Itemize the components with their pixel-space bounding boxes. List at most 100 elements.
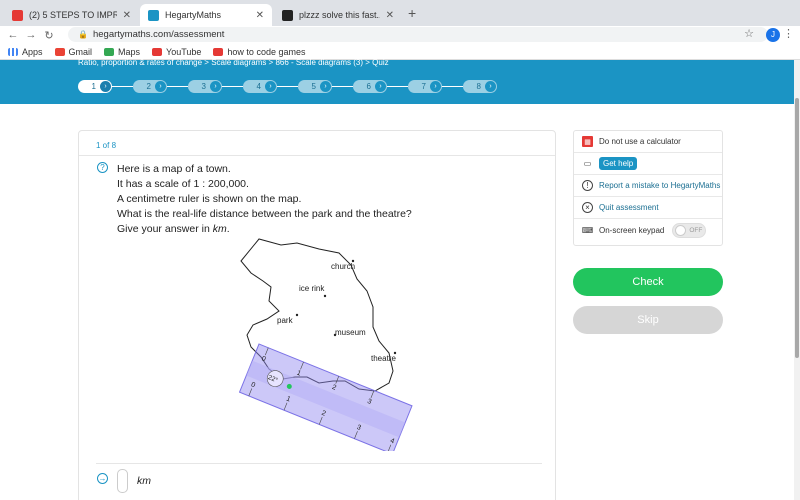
step-number: 8 <box>476 82 481 91</box>
reload-icon[interactable]: ↻ <box>40 29 58 42</box>
divider <box>96 463 542 464</box>
step-number: 5 <box>311 82 316 91</box>
step-8[interactable]: 8 › <box>463 80 497 93</box>
chevron-right-icon: › <box>375 81 386 92</box>
tab-title: HegartyMaths <box>165 10 222 20</box>
tab-title: plzzz solve this fast.... - Brainly <box>299 10 380 20</box>
new-tab-icon[interactable]: + <box>408 5 416 21</box>
chevron-right-icon: › <box>265 81 276 92</box>
label-museum: museum <box>335 328 366 337</box>
question-mark-icon: ? <box>97 162 108 173</box>
close-tab-icon[interactable]: ✕ <box>386 10 394 21</box>
bookmark-how-to-code-games[interactable]: how to code games <box>213 47 305 57</box>
bookmark-label: Gmail <box>68 46 93 57</box>
answer-input[interactable] <box>117 469 128 493</box>
keypad-toggle[interactable]: OFF <box>672 222 707 238</box>
get-help-row: ▭ Get help <box>574 153 722 175</box>
browser-tab-bar: (2) 5 STEPS TO IMPROVE YOU ✕ HegartyMath… <box>0 0 800 26</box>
question-line: A centimetre ruler is shown on the map. <box>117 193 302 205</box>
page-scrollbar-thumb[interactable] <box>795 98 799 358</box>
bookmark-label: how to code games <box>227 46 306 57</box>
exclamation-icon: ! <box>582 180 593 191</box>
gmail-icon <box>54 47 65 56</box>
youtube-favicon-icon <box>12 9 23 21</box>
chevron-right-icon: › <box>320 81 331 92</box>
question-counter: 1 of 8 <box>96 141 117 150</box>
keyboard-icon: ⌨ <box>581 225 594 235</box>
step-3[interactable]: 3 › <box>188 80 222 93</box>
step-number: 3 <box>201 82 206 91</box>
step-6[interactable]: 6 › <box>353 80 387 93</box>
step-number: 6 <box>366 82 371 91</box>
step-2[interactable]: 2 › <box>133 80 167 93</box>
step-number: 7 <box>421 82 426 91</box>
url-text: hegartymaths.com/assessment <box>92 29 225 40</box>
page-content: Ratio, proportion & rates of change > Sc… <box>0 58 800 500</box>
answer-arrow-icon: → <box>97 473 108 484</box>
profile-avatar[interactable]: J <box>766 28 780 42</box>
breadcrumb[interactable]: Ratio, proportion & rates of change > Sc… <box>78 58 389 67</box>
town-map: 0 1 2 3 0 1 2 3 4 22° church ice rink pa… <box>239 238 413 451</box>
maps-icon <box>104 47 115 56</box>
question-text: Here is a map of a town. It has a scale … <box>117 162 412 237</box>
bookmark-label: YouTube <box>166 46 202 57</box>
step-7[interactable]: 7 › <box>408 80 442 93</box>
keypad-label: On-screen keypad <box>599 225 665 235</box>
step-connector <box>112 86 133 87</box>
step-connector <box>277 86 298 87</box>
question-line-unit: km <box>212 223 227 235</box>
back-arrow-icon[interactable]: ← <box>4 29 22 41</box>
close-tab-icon[interactable]: ✕ <box>123 10 131 21</box>
step-5[interactable]: 5 › <box>298 80 332 93</box>
youtube-icon <box>213 47 224 56</box>
question-line: Here is a map of a town. <box>117 163 231 175</box>
browser-tab-hegartymaths[interactable]: HegartyMaths ✕ <box>140 4 272 26</box>
browser-tab-youtube[interactable]: (2) 5 STEPS TO IMPROVE YOU ✕ <box>4 4 139 26</box>
label-park: park <box>277 316 294 325</box>
quit-assessment-link[interactable]: Quit assessment <box>599 203 659 212</box>
chevron-right-icon: › <box>100 81 111 92</box>
step-4[interactable]: 4 › <box>243 80 277 93</box>
divider <box>79 155 555 156</box>
browser-tab-brainly[interactable]: plzzz solve this fast.... - Brainly ✕ <box>274 4 402 26</box>
step-1[interactable]: 1 › <box>78 80 112 93</box>
close-tab-icon[interactable]: ✕ <box>256 10 264 21</box>
step-connector <box>222 86 243 87</box>
video-camera-icon: ▭ <box>583 159 592 168</box>
step-number: 2 <box>146 82 151 91</box>
header-band: Ratio, proportion & rates of change > Sc… <box>0 58 794 104</box>
bookmark-apps[interactable]: Apps <box>8 47 43 57</box>
skip-button[interactable]: Skip <box>573 306 723 334</box>
tools-panel: ▦ Do not use a calculator ▭ Get help ! Repo… <box>573 130 723 246</box>
chevron-right-icon: › <box>155 81 166 92</box>
bookmark-star-icon[interactable]: ☆ <box>744 27 754 40</box>
url-field[interactable]: 🔒 hegartymaths.com/assessment <box>68 27 768 42</box>
calculator-text: Do not use a calculator <box>599 137 681 146</box>
quit-assessment-row[interactable]: × Quit assessment <box>574 197 722 219</box>
bookmark-gmail[interactable]: Gmail <box>54 46 93 57</box>
step-number: 1 <box>91 82 96 91</box>
chevron-right-icon: › <box>485 81 496 92</box>
quiz-progress-steps: 1 › 2 › 3 › 4 › 5 › 6 › 7 › 8 › <box>78 80 497 93</box>
bookmark-label: Apps <box>22 46 43 57</box>
chevron-right-icon: › <box>210 81 221 92</box>
report-mistake-row[interactable]: ! Report a mistake to HegartyMaths <box>574 175 722 197</box>
browser-menu-icon[interactable]: ⋮ <box>783 27 794 40</box>
ice-rink-point <box>323 294 327 298</box>
apps-grid-icon <box>8 47 18 56</box>
chevron-right-icon: › <box>430 81 441 92</box>
tab-title: (2) 5 STEPS TO IMPROVE YOU <box>29 10 117 20</box>
question-line: It has a scale of 1 : 200,000. <box>117 178 249 190</box>
keypad-row: ⌨ On-screen keypad OFF <box>574 219 722 241</box>
bookmark-youtube[interactable]: YouTube <box>152 47 201 57</box>
label-theatre: theatre <box>371 354 396 363</box>
question-line-prefix: Give your answer in <box>117 223 213 235</box>
close-circle-icon: × <box>582 202 593 213</box>
report-mistake-link[interactable]: Report a mistake to HegartyMaths <box>599 181 720 190</box>
check-button[interactable]: Check <box>573 268 723 296</box>
label-church: church <box>331 262 355 271</box>
bookmark-maps[interactable]: Maps <box>104 47 140 57</box>
forward-arrow-icon[interactable]: → <box>22 29 40 41</box>
bookmark-label: Maps <box>118 46 141 57</box>
get-help-button[interactable]: Get help <box>599 157 638 170</box>
